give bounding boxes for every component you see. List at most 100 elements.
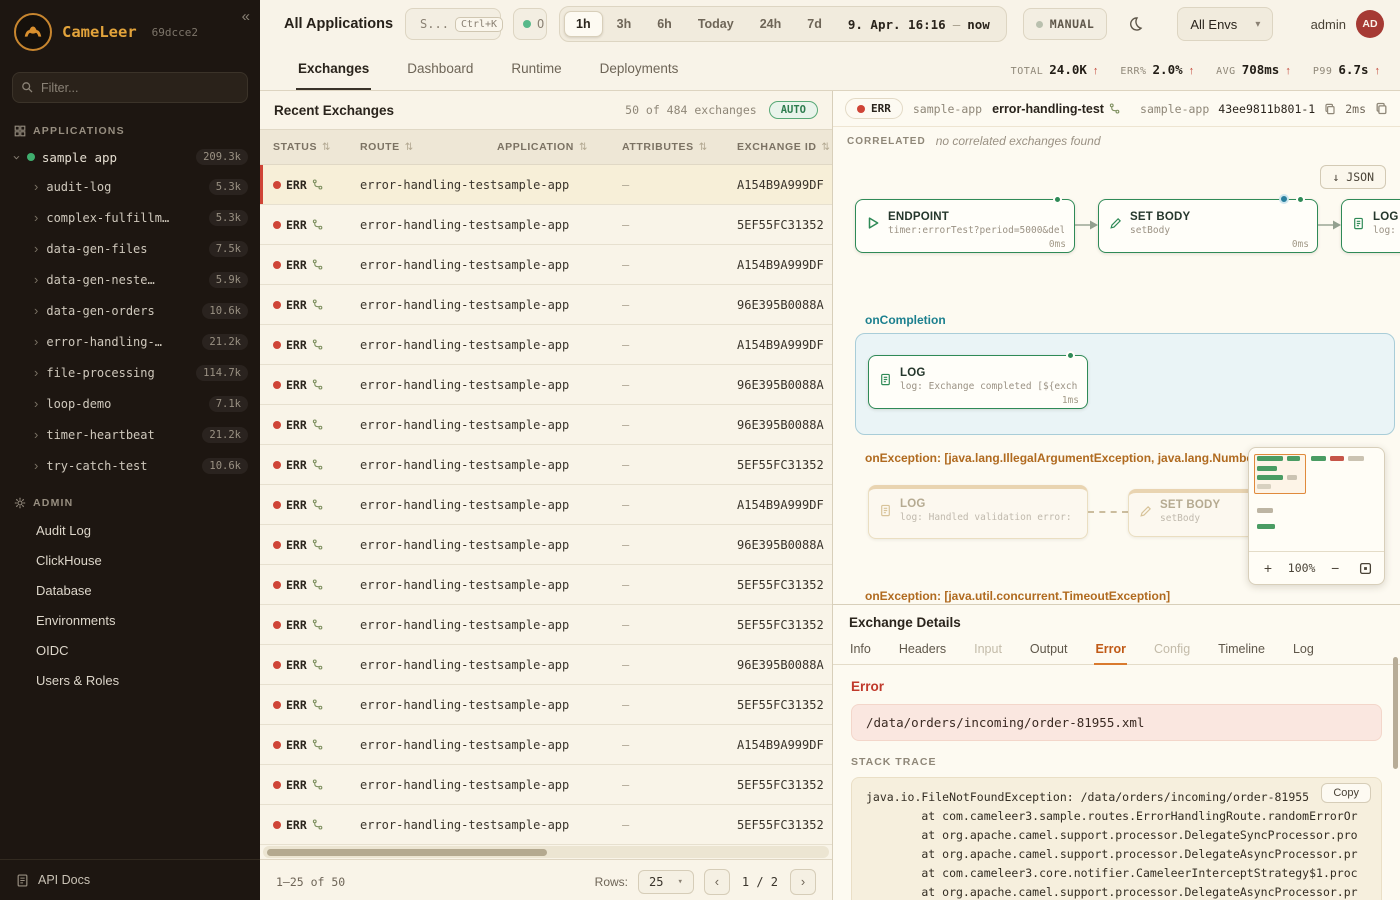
copy-button[interactable]: Copy (1321, 783, 1371, 803)
fit-view-button[interactable] (1355, 558, 1375, 578)
sidebar-admin-item[interactable]: Database (0, 575, 260, 605)
detail-route[interactable]: error-handling-test (992, 102, 1120, 116)
api-docs-link[interactable]: API Docs (0, 859, 260, 900)
exchange-row[interactable]: ERR error-handling-test sample-app — 5EF… (260, 765, 832, 805)
attributes-cell: — (622, 218, 737, 232)
sidebar-route-item[interactable]: data-gen-neste… 5.9k (0, 264, 260, 295)
errors-only-toggle[interactable]: O (513, 8, 547, 40)
column-header[interactable]: ATTRIBUTES (622, 141, 737, 153)
exchange-row[interactable]: ERR error-handling-test sample-app — 5EF… (260, 565, 832, 605)
column-header[interactable]: ROUTE (360, 141, 497, 153)
detail-tab[interactable]: Timeline (1217, 636, 1266, 665)
detail-tab[interactable]: Info (849, 636, 872, 665)
diagram-minimap[interactable]: + 100% − (1248, 447, 1385, 585)
exchange-row[interactable]: ERR error-handling-test sample-app — A15… (260, 325, 832, 365)
sidebar-collapse-button[interactable]: « (242, 8, 250, 25)
time-range-button[interactable]: Today (686, 11, 746, 37)
sidebar-route-item[interactable]: file-processing 114.7k (0, 357, 260, 388)
exchange-id-cell: 96E395B0088A (737, 418, 832, 432)
sidebar-admin-item[interactable]: Audit Log (0, 515, 260, 545)
chevron-right-icon (34, 178, 38, 196)
prev-page-button[interactable]: ‹ (704, 869, 730, 895)
scrollbar-thumb[interactable] (267, 849, 547, 856)
sidebar-app-sample-app[interactable]: sample app 209.3k (0, 143, 260, 171)
sidebar-admin-item[interactable]: Users & Roles (0, 665, 260, 695)
exchange-row[interactable]: ERR error-handling-test sample-app — 5EF… (260, 685, 832, 725)
exchange-id-cell: 5EF55FC31352 (737, 778, 832, 792)
sidebar-admin-item[interactable]: OIDC (0, 635, 260, 665)
diagram-node-exception-log[interactable]: LOG log: Handled validation error: ${exc… (868, 485, 1088, 539)
nav-tab[interactable]: Runtime (509, 48, 563, 90)
exchange-row[interactable]: ERR error-handling-test sample-app — A15… (260, 165, 832, 205)
sidebar-route-item[interactable]: error-handling-… 21.2k (0, 326, 260, 357)
detail-tab[interactable]: Input (973, 636, 1003, 665)
next-page-button[interactable]: › (790, 869, 816, 895)
exchange-row[interactable]: ERR error-handling-test sample-app — 96E… (260, 285, 832, 325)
detail-tab[interactable]: Log (1292, 636, 1315, 665)
copy-icon[interactable] (1324, 103, 1336, 115)
vertical-scrollbar-thumb[interactable] (1393, 657, 1398, 769)
rows-per-page-select[interactable]: 25 ▾ (638, 870, 694, 894)
horizontal-scrollbar[interactable] (263, 846, 829, 858)
time-range-button[interactable]: 3h (605, 11, 644, 37)
nav-tab[interactable]: Deployments (598, 48, 681, 90)
exchange-row[interactable]: ERR error-handling-test sample-app — 5EF… (260, 805, 832, 845)
detail-tab[interactable]: Headers (898, 636, 947, 665)
diagram-node-oncompletion-log[interactable]: LOG log: Exchange completed [${exchan 1m… (868, 355, 1088, 409)
route-cell: error-handling-test (360, 258, 497, 272)
nav-tab[interactable]: Exchanges (296, 48, 371, 90)
exchange-row[interactable]: ERR error-handling-test sample-app — 96E… (260, 405, 832, 445)
detail-tab[interactable]: Output (1029, 636, 1069, 665)
environment-select[interactable]: All Envs ▾ (1177, 7, 1273, 41)
zoom-in-button[interactable]: + (1258, 558, 1278, 578)
exchange-row[interactable]: ERR error-handling-test sample-app — 96E… (260, 525, 832, 565)
exchange-row[interactable]: ERR error-handling-test sample-app — 96E… (260, 645, 832, 685)
time-range-button[interactable]: 6h (645, 11, 684, 37)
sidebar-route-item[interactable]: try-catch-test 10.6k (0, 450, 260, 481)
detail-tab[interactable]: Config (1153, 636, 1191, 665)
minimap-view[interactable] (1249, 448, 1384, 552)
detail-tab[interactable]: Error (1094, 636, 1127, 665)
diagram-node-setbody[interactable]: SET BODY setBody 0ms (1098, 199, 1318, 253)
sidebar-route-item[interactable]: data-gen-files 7.5k (0, 233, 260, 264)
sidebar-route-item[interactable]: loop-demo 7.1k (0, 388, 260, 419)
diagram-node-endpoint[interactable]: ENDPOINT timer:errorTest?period=5000&del… (855, 199, 1075, 253)
download-json-button[interactable]: ↓ JSON (1320, 165, 1386, 189)
exchange-row[interactable]: ERR error-handling-test sample-app — 96E… (260, 365, 832, 405)
sidebar-admin-item[interactable]: ClickHouse (0, 545, 260, 575)
time-range-button[interactable]: 7d (795, 11, 834, 37)
route-name-label: data-gen-neste… (46, 273, 154, 287)
copy-icon[interactable] (1375, 102, 1388, 115)
sidebar-route-item[interactable]: audit-log 5.3k (0, 171, 260, 202)
date-range[interactable]: 9. Apr. 16:16 — now (848, 17, 990, 32)
column-header[interactable]: APPLICATION (497, 141, 622, 153)
time-range-button[interactable]: 24h (748, 11, 794, 37)
diagram-node-log[interactable]: LOG log: Sta (1341, 199, 1400, 253)
sidebar-route-item[interactable]: timer-heartbeat 21.2k (0, 419, 260, 450)
exchange-row[interactable]: ERR error-handling-test sample-app — 5EF… (260, 605, 832, 645)
exchange-row[interactable]: ERR error-handling-test sample-app — A15… (260, 725, 832, 765)
exchange-row[interactable]: ERR error-handling-test sample-app — A15… (260, 485, 832, 525)
refresh-mode-button[interactable]: MANUAL (1023, 8, 1108, 40)
exchange-row[interactable]: ERR error-handling-test sample-app — 5EF… (260, 205, 832, 245)
zoom-out-button[interactable]: − (1325, 558, 1345, 578)
time-range-button[interactable]: 1h (564, 11, 603, 37)
column-header[interactable]: EXCHANGE ID (737, 141, 832, 153)
exchange-row[interactable]: ERR error-handling-test sample-app — 5EF… (260, 445, 832, 485)
avatar[interactable]: AD (1356, 10, 1384, 38)
filter-input[interactable] (12, 72, 248, 103)
sidebar-route-item[interactable]: complex-fulfillm… 5.3k (0, 202, 260, 233)
exchanges-header: Recent Exchanges 50 of 484 exchanges AUT… (260, 91, 832, 129)
minimap-node (1257, 466, 1277, 471)
auto-refresh-badge[interactable]: AUTO (769, 101, 818, 119)
dark-mode-toggle[interactable] (1119, 8, 1151, 40)
oncompletion-label: onCompletion (865, 313, 946, 327)
sidebar-admin-item[interactable]: Environments (0, 605, 260, 635)
global-search-input[interactable]: S... Ctrl+K (405, 8, 501, 40)
column-header[interactable]: STATUS (273, 141, 360, 153)
table-header-row: STATUS ROUTE APPLICATION ATTRIBU (260, 129, 832, 165)
exchange-row[interactable]: ERR error-handling-test sample-app — A15… (260, 245, 832, 285)
sidebar-route-item[interactable]: data-gen-orders 10.6k (0, 295, 260, 326)
nav-tab[interactable]: Dashboard (405, 48, 475, 90)
route-diagram[interactable]: ↓ JSON ENDPOINT timer:errorTest?period=5… (833, 155, 1400, 605)
